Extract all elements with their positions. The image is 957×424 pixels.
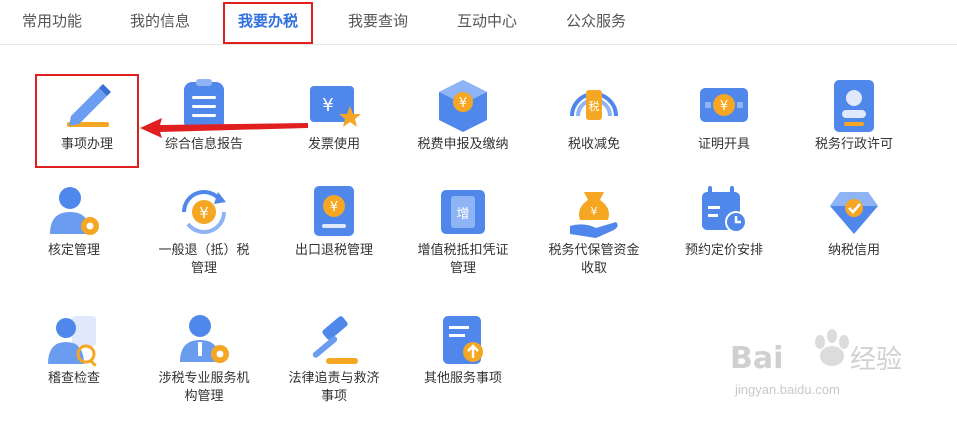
item-certificate-issue[interactable]: ¥ 证明开具 <box>654 76 794 154</box>
item-label-line2: 事项 <box>320 389 347 404</box>
item-tax-declaration[interactable]: ¥ 税费申报及缴纳 <box>393 76 533 154</box>
tab-query[interactable]: 我要查询 <box>348 0 408 44</box>
svg-text:税: 税 <box>589 99 600 113</box>
svg-text:经验: 经验 <box>850 345 902 375</box>
refund-cycle-icon: ¥ <box>182 190 226 234</box>
item-label: 纳税信用 <box>827 243 880 258</box>
active-tab-highlight-box <box>223 2 313 44</box>
svg-text:Bai: Bai <box>730 341 783 376</box>
item-highlight-box <box>35 74 139 168</box>
item-label-line1: 一般退（抵）税 <box>158 243 250 258</box>
svg-text:¥: ¥ <box>720 99 728 114</box>
clipboard-upload-icon <box>443 316 483 364</box>
item-label: 税收减免 <box>567 137 620 152</box>
item-label: 核定管理 <box>47 243 100 258</box>
watermark-url: jingyan.baidu.com <box>735 382 840 397</box>
tab-common-functions[interactable]: 常用功能 <box>22 0 82 44</box>
credit-diamond-icon <box>830 192 878 234</box>
tab-public-services[interactable]: 公众服务 <box>566 0 626 44</box>
item-tax-reduction[interactable]: 税 税收减免 <box>524 76 664 154</box>
item-export-refund[interactable]: ¥ 出口退税管理 <box>264 182 404 260</box>
item-label-line2: 构管理 <box>184 389 224 404</box>
gavel-icon <box>312 316 358 364</box>
svg-text:增: 增 <box>456 207 469 222</box>
red-arrow-annotation <box>140 118 308 138</box>
item-legal-remedy[interactable]: 法律追责与救济 事项 <box>264 310 404 406</box>
item-label: 稽查检查 <box>47 371 100 386</box>
certificate-icon: ¥ <box>700 88 748 122</box>
vat-ticket-icon: 增 <box>441 190 485 234</box>
item-label-line2: 收取 <box>580 261 607 276</box>
item-advance-pricing[interactable]: 预约定价安排 <box>654 182 794 260</box>
item-label-line2: 管理 <box>449 261 476 276</box>
item-label-line1: 增值税抵扣凭证 <box>417 243 509 258</box>
user-gear-icon <box>50 187 99 235</box>
item-tax-credit[interactable]: 纳税信用 <box>784 182 924 260</box>
item-label: 其他服务事项 <box>423 371 502 386</box>
money-bag-hand-icon: ¥ <box>570 192 618 238</box>
tax-cube-icon: ¥ <box>439 80 487 132</box>
item-vat-deduction[interactable]: 增 增值税抵扣凭证 管理 <box>393 182 533 278</box>
svg-text:¥: ¥ <box>459 96 467 111</box>
svg-text:¥: ¥ <box>591 205 598 218</box>
tab-my-info[interactable]: 我的信息 <box>130 0 190 44</box>
svg-text:¥: ¥ <box>322 95 333 116</box>
agent-gear-icon <box>180 315 229 363</box>
item-label-line1: 法律追责与救济 <box>288 371 380 386</box>
item-general-refund[interactable]: ¥ 一般退（抵）税 管理 <box>134 182 274 278</box>
item-label: 预约定价安排 <box>684 243 763 258</box>
item-other-services[interactable]: 其他服务事项 <box>393 310 533 388</box>
item-tax-agency-management[interactable]: 涉税专业服务机 构管理 <box>134 310 274 406</box>
svg-text:¥: ¥ <box>199 204 209 222</box>
inspector-icon <box>48 316 97 367</box>
top-tab-bar: 常用功能 我的信息 我要办税 我要查询 互动中心 公众服务 <box>0 0 957 45</box>
item-label-line1: 涉税专业服务机 <box>158 371 250 386</box>
item-label: 税费申报及缴纳 <box>417 137 509 152</box>
item-custody-funds[interactable]: ¥ 税务代保管资金 收取 <box>524 182 664 278</box>
item-assessment-management[interactable]: 核定管理 <box>4 182 144 260</box>
item-label: 税务行政许可 <box>814 137 893 152</box>
invoice-star-icon: ¥ <box>310 86 361 127</box>
item-admin-permit[interactable]: 税务行政许可 <box>784 76 924 154</box>
calendar-clock-icon <box>702 186 747 233</box>
svg-text:¥: ¥ <box>330 200 338 215</box>
item-label: 出口退税管理 <box>294 243 373 258</box>
export-book-icon: ¥ <box>314 186 354 236</box>
admin-permit-icon <box>834 80 874 132</box>
item-label-line1: 税务代保管资金 <box>548 243 640 258</box>
tax-reduction-icon: 税 <box>570 90 618 120</box>
tab-interaction-center[interactable]: 互动中心 <box>457 0 517 44</box>
item-audit-inspection[interactable]: 稽查检查 <box>4 310 144 388</box>
item-label: 证明开具 <box>697 137 750 152</box>
item-label-line2: 管理 <box>190 261 217 276</box>
